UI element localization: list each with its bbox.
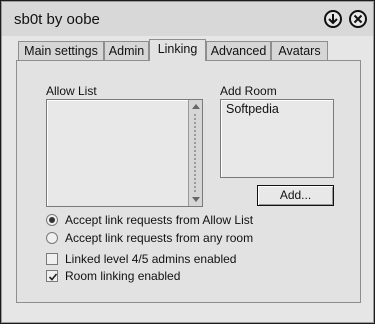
linking-panel: Allow List Add Room Softpedia Add... Acc…: [16, 60, 361, 303]
checkmark-icon: [48, 273, 58, 281]
app-window: sb0t by oobe Main settings Admin Linking…: [0, 0, 375, 324]
title-bar[interactable]: sb0t by oobe: [2, 2, 373, 36]
radio-allow-list-label: Accept link requests from Allow List: [65, 213, 254, 227]
add-room-label: Add Room: [220, 84, 277, 98]
tab-main-settings[interactable]: Main settings: [18, 41, 104, 60]
scroll-up-icon[interactable]: [192, 104, 200, 109]
radio-any-room-label: Accept link requests from any room: [65, 231, 254, 245]
radio-any-room[interactable]: [46, 232, 58, 244]
allow-list-label: Allow List: [46, 84, 97, 98]
tab-bar: Main settings Admin Linking Advanced Ava…: [1, 39, 375, 61]
scroll-track: [194, 114, 196, 192]
add-room-item[interactable]: Softpedia: [226, 102, 279, 116]
checkbox-room-linking-label: Room linking enabled: [65, 269, 181, 283]
window-title: sb0t by oobe: [14, 11, 100, 28]
scroll-down-icon[interactable]: [192, 197, 200, 202]
close-icon: [353, 14, 363, 24]
radio-allow-list[interactable]: [46, 214, 58, 226]
add-room-box[interactable]: Softpedia: [220, 99, 334, 178]
add-button[interactable]: Add...: [257, 185, 334, 206]
minimize-button[interactable]: [324, 10, 342, 28]
checkbox-admins[interactable]: [46, 253, 58, 265]
checkbox-admins-label: Linked level 4/5 admins enabled: [65, 252, 237, 266]
tab-linking[interactable]: Linking: [149, 39, 206, 61]
close-button[interactable]: [349, 10, 367, 28]
checkbox-room-linking[interactable]: [46, 270, 58, 282]
allow-list-box[interactable]: [46, 99, 203, 207]
arrow-down-icon: [328, 14, 338, 25]
tab-admin[interactable]: Admin: [104, 41, 149, 60]
allow-list-scrollbar[interactable]: [188, 100, 202, 206]
tab-avatars[interactable]: Avatars: [271, 41, 328, 60]
tab-advanced[interactable]: Advanced: [206, 41, 271, 60]
